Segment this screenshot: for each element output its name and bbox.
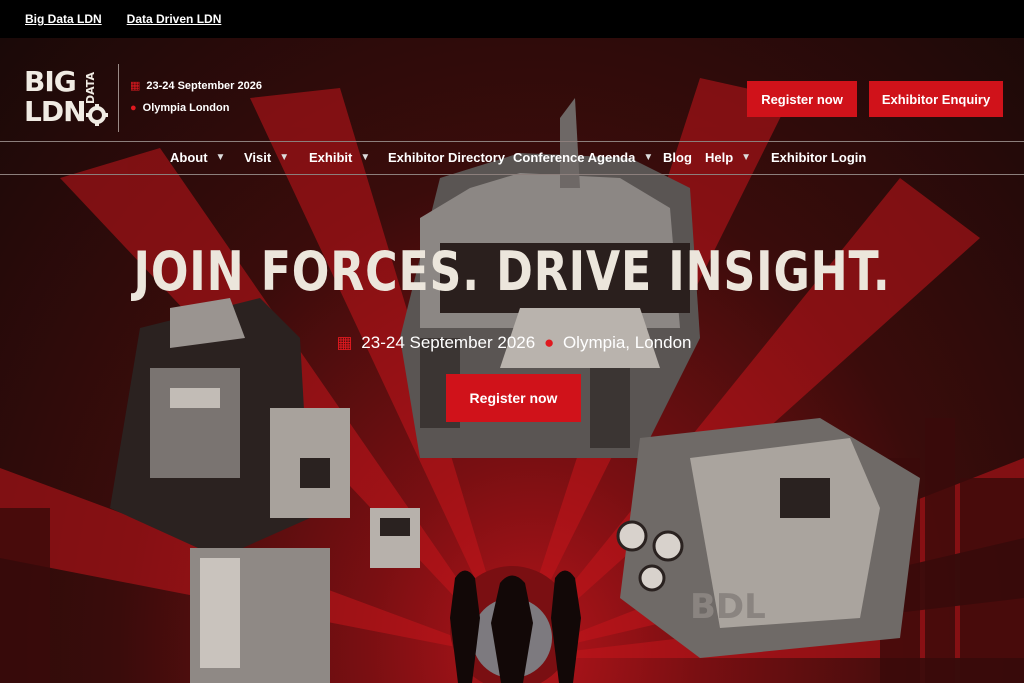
nav-label: Blog [663,150,692,165]
logo-text-data: DATA [84,72,97,104]
chevron-down-icon: ▼ [360,152,371,163]
calendar-icon: ▦ [336,333,353,352]
logo-text-ldn: LDN [24,95,87,128]
nav-label: Exhibit [309,150,353,165]
chevron-down-icon: ▼ [741,152,752,163]
topbar-link-data-driven-ldn[interactable]: Data Driven LDN [127,12,222,26]
main-nav: About ▼ Visit ▼ Exhibit ▼ Exhibitor Directo… [0,141,1024,175]
gear-icon [86,104,108,126]
nav-label: Exhibitor Login [771,150,867,165]
nav-item-visit[interactable]: Visit ▼ [244,150,289,165]
hero-headline: JOIN FORCES. DRIVE INSIGHT. [133,240,891,303]
hero-location-text: Olympia, London [562,333,692,352]
nav-item-about[interactable]: About ▼ [170,150,225,165]
top-bar: Big Data LDN Data Driven LDN [0,0,1024,38]
big-data-ldn-logo[interactable]: BIG LDN DATA [24,68,108,134]
bdl-mark: BDL [690,587,766,627]
nav-label: Exhibitor Directory [388,150,506,165]
chevron-down-icon: ▼ [643,152,654,163]
logo-text-big: BIG [24,65,77,98]
nav-item-exhibitor-login[interactable]: Exhibitor Login [771,150,866,165]
nav-label: Help [705,150,734,165]
nav-label: Visit [244,150,272,165]
site-header: BIG LDN DATA [0,38,1024,141]
hero-event-info: ▦ 23-24 September 2026 ● Olympia, London [0,333,1024,353]
nav-item-help[interactable]: Help ▼ [705,150,751,165]
nav-item-conference-agenda[interactable]: Conference Agenda ▼ [513,150,653,165]
nav-label: About [170,150,208,165]
nav-label: Conference Agenda [513,150,636,165]
chevron-down-icon: ▼ [279,152,290,163]
nav-item-exhibitor-directory[interactable]: Exhibitor Directory [388,150,505,165]
nav-item-blog[interactable]: Blog [663,150,692,165]
topbar-link-big-data-ldn[interactable]: Big Data LDN [25,12,102,26]
nav-item-exhibit[interactable]: Exhibit ▼ [309,150,370,165]
chevron-down-icon: ▼ [215,152,226,163]
hero-register-button[interactable]: Register now [446,374,581,422]
map-pin-icon: ● [543,333,555,352]
hero-date-text: 23-24 September 2026 [361,333,536,352]
